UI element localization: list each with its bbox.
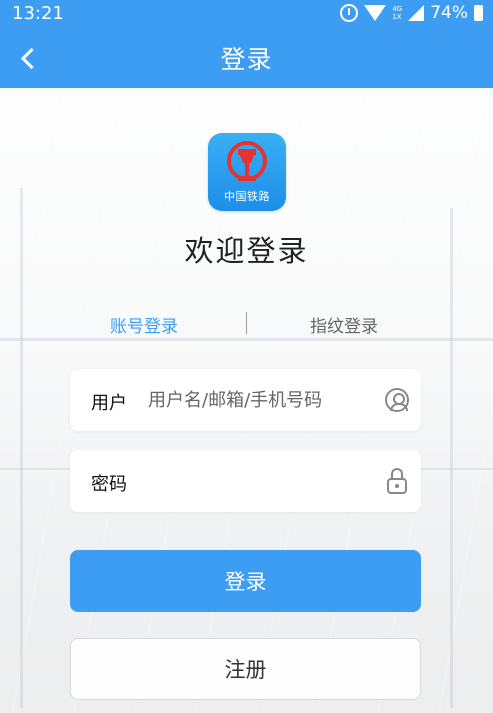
tab-account-login[interactable]: 账号登录 bbox=[110, 312, 178, 337]
battery-percent: 74% bbox=[430, 3, 468, 23]
user-circle-icon bbox=[385, 388, 409, 412]
login-tabs: 账号登录 指纹登录 bbox=[70, 310, 421, 338]
status-time: 13:21 bbox=[12, 3, 64, 24]
network-type: 4G 1X bbox=[392, 5, 403, 21]
header: 登录 bbox=[0, 28, 493, 88]
logo-text: 中国铁路 bbox=[224, 190, 270, 203]
page-title: 登录 bbox=[220, 45, 273, 74]
password-label: 密码 bbox=[91, 474, 127, 495]
tab-divider bbox=[246, 312, 247, 334]
top-bar: 13:21 4G 1X 74% 登录 bbox=[0, 0, 493, 88]
china-railway-logo bbox=[227, 141, 267, 181]
username-field: 用户 bbox=[70, 369, 421, 431]
login-button[interactable]: 登录 bbox=[70, 550, 421, 612]
chevron-left-icon bbox=[20, 47, 42, 69]
status-icons: 4G 1X 74% bbox=[340, 3, 483, 23]
welcome-heading: 欢迎登录 bbox=[184, 234, 309, 268]
wifi-icon bbox=[364, 5, 387, 21]
password-field: 密码 bbox=[70, 450, 421, 512]
signal-icon bbox=[408, 5, 425, 21]
register-button[interactable]: 注册 bbox=[70, 638, 421, 700]
back-button[interactable] bbox=[8, 38, 48, 78]
status-bar: 13:21 4G 1X 74% bbox=[0, 0, 493, 28]
username-input[interactable] bbox=[148, 382, 378, 418]
lock-icon bbox=[386, 468, 408, 494]
password-input[interactable] bbox=[148, 463, 378, 499]
battery-icon bbox=[474, 5, 483, 21]
alarm-icon bbox=[340, 4, 359, 22]
username-label: 用户 bbox=[91, 393, 127, 414]
tab-fingerprint-login[interactable]: 指纹登录 bbox=[310, 312, 378, 337]
app-logo: 中国铁路 bbox=[208, 133, 286, 211]
